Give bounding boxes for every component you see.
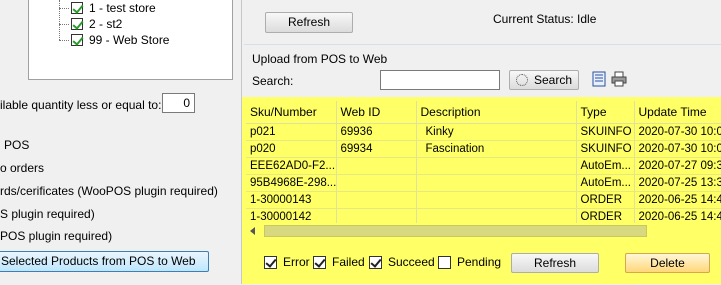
filter-failed-checkbox[interactable] bbox=[313, 255, 326, 269]
option-cards[interactable]: rds/cerificates (WooPOS plugin required) bbox=[0, 184, 218, 198]
search-label: Search: bbox=[252, 74, 294, 88]
table-row[interactable]: p020 69934 Fascination SKUINFO 2020-07-3… bbox=[246, 140, 721, 158]
cell-sku: p020 bbox=[246, 140, 337, 158]
scroll-left-icon[interactable] bbox=[250, 227, 255, 235]
cell-update-time: 2020-07-25 13:3 bbox=[634, 174, 721, 192]
cell-web-id: 69934 bbox=[336, 140, 417, 158]
store-item[interactable]: 2 - st2 bbox=[71, 16, 122, 32]
upload-selected-button[interactable]: Selected Products from POS to Web bbox=[0, 251, 209, 272]
store-label: 99 - Web Store bbox=[89, 33, 170, 47]
filter-pending-label: Pending bbox=[457, 255, 502, 269]
store-item[interactable]: 99 - Web Store bbox=[71, 32, 169, 48]
column-header-web-id[interactable]: Web ID bbox=[336, 101, 417, 124]
option-plugin-1[interactable]: S plugin required) bbox=[0, 207, 95, 221]
filter-pending-checkbox[interactable] bbox=[438, 255, 451, 269]
cell-sku: EEE62AD0-F2... bbox=[246, 157, 337, 175]
search-button-label: Search bbox=[533, 73, 573, 87]
tree-connector bbox=[59, 24, 69, 26]
filter-error-label: Error bbox=[283, 255, 310, 269]
horizontal-scrollbar[interactable] bbox=[246, 223, 721, 239]
tree-connector bbox=[59, 0, 61, 40]
store-checkbox[interactable] bbox=[71, 18, 83, 30]
cell-type: SKUINFO bbox=[576, 123, 635, 141]
table-row[interactable]: 1-30000143 ORDER 2020-06-25 14:4 bbox=[246, 191, 721, 209]
cell-description: Kinky bbox=[416, 123, 577, 141]
column-header-sku[interactable]: Sku/Number bbox=[246, 101, 337, 124]
cell-sku: 1-30000143 bbox=[246, 191, 337, 209]
grid-table: Sku/Number Web ID Description Type Updat… bbox=[246, 101, 721, 226]
store-item[interactable]: 1 - test store bbox=[71, 0, 156, 16]
store-label: 2 - st2 bbox=[89, 17, 123, 31]
tree-connector bbox=[59, 8, 69, 10]
cell-type: ORDER bbox=[576, 191, 635, 209]
left-panel: 1 - test store 2 - st2 99 - Web Store il… bbox=[0, 0, 240, 284]
current-status: Current Status: Idle bbox=[493, 12, 597, 26]
qty-label: ilable quantity less or equal to: bbox=[0, 98, 162, 112]
column-header-type[interactable]: Type bbox=[576, 101, 635, 124]
filter-succeed-label: Succeed bbox=[388, 255, 435, 269]
cell-web-id bbox=[336, 174, 417, 192]
table-row[interactable]: p021 69936 Kinky SKUINFO 2020-07-30 10:0 bbox=[246, 123, 721, 141]
cell-description bbox=[416, 157, 577, 175]
cell-web-id bbox=[336, 157, 417, 175]
cell-type: SKUINFO bbox=[576, 140, 635, 158]
filter-failed[interactable]: Failed bbox=[313, 255, 365, 269]
cell-type: AutoEm... bbox=[576, 174, 635, 192]
search-button[interactable]: Search bbox=[509, 70, 579, 90]
cell-description bbox=[416, 191, 577, 209]
filter-failed-label: Failed bbox=[332, 255, 365, 269]
store-tree[interactable]: 1 - test store 2 - st2 99 - Web Store bbox=[28, 0, 233, 80]
cell-sku: p021 bbox=[246, 123, 337, 141]
store-label: 1 - test store bbox=[89, 1, 156, 15]
cell-update-time: 2020-07-30 10:0 bbox=[634, 140, 721, 158]
column-header-update-time[interactable]: Update Time bbox=[634, 101, 721, 124]
table-row[interactable]: 95B4968E-298... AutoEm... 2020-07-25 13:… bbox=[246, 174, 721, 192]
filter-error[interactable]: Error bbox=[264, 255, 310, 269]
cell-web-id: 69936 bbox=[336, 123, 417, 141]
cell-update-time: 2020-07-30 10:0 bbox=[634, 123, 721, 141]
option-pos[interactable]: POS bbox=[4, 138, 29, 152]
filter-pending[interactable]: Pending bbox=[438, 255, 501, 269]
search-icon bbox=[515, 74, 528, 86]
filter-succeed[interactable]: Succeed bbox=[369, 255, 435, 269]
store-checkbox[interactable] bbox=[71, 2, 83, 14]
cell-description bbox=[416, 174, 577, 192]
delete-button[interactable]: Delete bbox=[625, 253, 710, 273]
cell-update-time: 2020-07-27 09:3 bbox=[634, 157, 721, 175]
table-row[interactable]: EEE62AD0-F2... AutoEm... 2020-07-27 09:3 bbox=[246, 157, 721, 175]
cell-web-id bbox=[336, 191, 417, 209]
grid-header-row: Sku/Number Web ID Description Type Updat… bbox=[246, 101, 721, 124]
search-input[interactable] bbox=[380, 70, 500, 90]
filter-succeed-checkbox[interactable] bbox=[369, 255, 382, 269]
cell-update-time: 2020-06-25 14:4 bbox=[634, 191, 721, 209]
cell-type: AutoEm... bbox=[576, 157, 635, 175]
column-header-description[interactable]: Description bbox=[416, 101, 577, 124]
printer-icon[interactable] bbox=[611, 71, 627, 87]
store-checkbox[interactable] bbox=[71, 34, 83, 46]
option-orders[interactable]: o orders bbox=[0, 161, 44, 175]
grid-refresh-button[interactable]: Refresh bbox=[511, 253, 599, 273]
upload-grid[interactable]: Sku/Number Web ID Description Type Updat… bbox=[246, 101, 721, 238]
document-icon[interactable] bbox=[591, 71, 607, 87]
qty-input[interactable]: 0 bbox=[162, 93, 195, 113]
scroll-thumb[interactable] bbox=[264, 225, 647, 237]
filter-error-checkbox[interactable] bbox=[264, 255, 277, 269]
option-plugin-2[interactable]: POS plugin required) bbox=[0, 229, 112, 243]
top-refresh-button[interactable]: Refresh bbox=[265, 12, 353, 33]
tree-connector bbox=[59, 40, 69, 42]
upload-title: Upload from POS to Web bbox=[252, 52, 388, 66]
cell-sku: 95B4968E-298... bbox=[246, 174, 337, 192]
cell-description: Fascination bbox=[416, 140, 577, 158]
